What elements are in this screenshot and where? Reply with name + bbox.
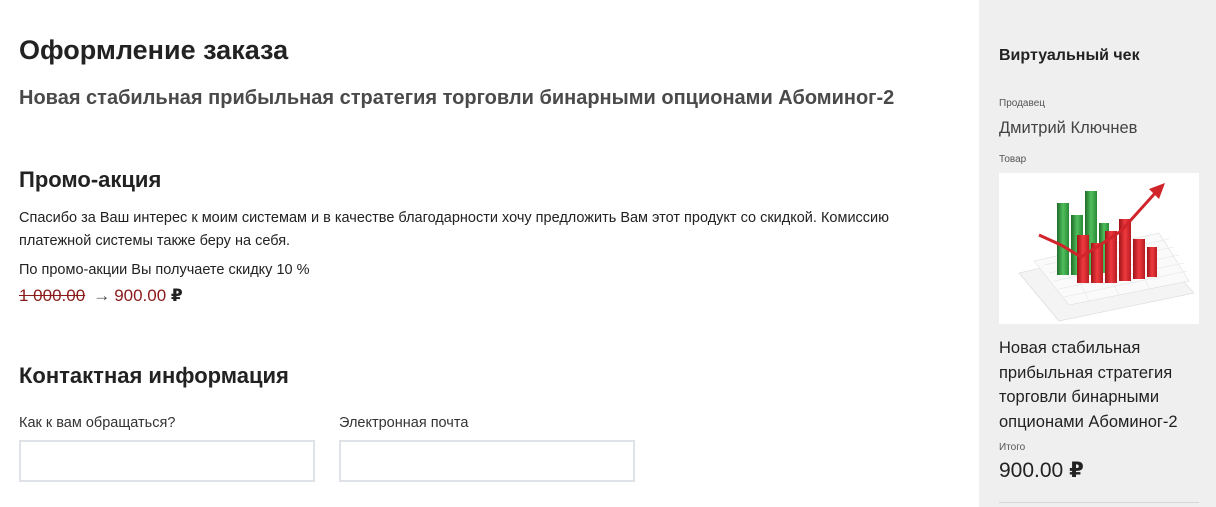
contact-heading: Контактная информация (19, 363, 289, 388)
email-input[interactable] (339, 440, 635, 482)
product-image (999, 173, 1199, 324)
total-label: Итого (999, 442, 1026, 453)
new-price: 900.00 (114, 286, 167, 305)
page-title: Оформление заказа (19, 35, 289, 65)
old-price: 1 000.00 (19, 286, 86, 305)
price-line: 1 000.00 → 900.00 ₽ (19, 284, 183, 308)
receipt-product-name: Новая стабильная прибыльная стратегия то… (999, 339, 1178, 431)
promo-heading: Промо-акция (19, 167, 162, 192)
checkout-main: Оформление заказа Новая стабильная прибы… (0, 0, 979, 507)
seller-label: Продавец (999, 98, 1045, 109)
product-title: Новая стабильная прибыльная стратегия то… (19, 87, 895, 109)
promo-description: Спасибо за Ваш интерес к моим системам и… (19, 210, 890, 249)
email-field-label: Электронная почта (339, 415, 469, 431)
currency-symbol: ₽ (170, 286, 183, 305)
name-field-label: Как к вам обращаться? (19, 415, 176, 431)
price-arrow: → (93, 286, 111, 305)
product-label: Товар (999, 154, 1027, 165)
total-amount: 900.00 ₽ (999, 457, 1084, 485)
receipt-title: Виртуальный чек (999, 47, 1140, 64)
promo-discount-text: По промо-акции Вы получаете скидку 10 % (19, 262, 310, 278)
chart-illustration-icon (999, 173, 1199, 324)
total-value: 900.00 (999, 459, 1064, 482)
receipt-divider (999, 502, 1199, 503)
name-input[interactable] (19, 440, 315, 482)
total-currency-symbol: ₽ (1069, 459, 1084, 482)
seller-name: Дмитрий Ключнев (999, 119, 1138, 137)
virtual-receipt: Виртуальный чек Продавец Дмитрий Ключнев… (979, 0, 1216, 507)
